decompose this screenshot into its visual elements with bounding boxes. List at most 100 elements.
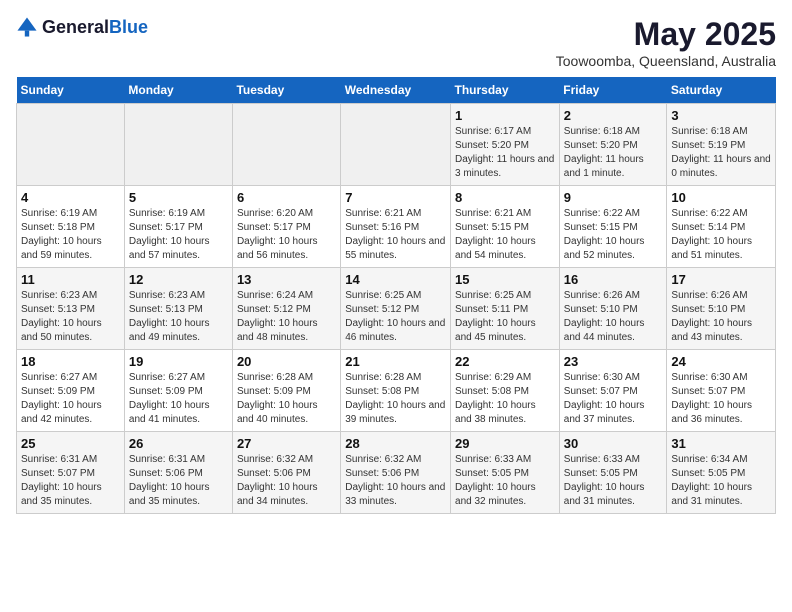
day-number: 11: [21, 272, 120, 287]
day-number: 23: [564, 354, 663, 369]
day-info: Sunrise: 6:31 AM Sunset: 5:07 PM Dayligh…: [21, 453, 120, 509]
week-row-5: 25Sunrise: 6:31 AM Sunset: 5:07 PM Dayli…: [17, 432, 776, 514]
day-info: Sunrise: 6:33 AM Sunset: 5:05 PM Dayligh…: [455, 453, 555, 509]
calendar-cell-1-1: [17, 104, 125, 186]
day-info: Sunrise: 6:23 AM Sunset: 5:13 PM Dayligh…: [129, 289, 228, 345]
day-number: 10: [671, 190, 771, 205]
day-info: Sunrise: 6:21 AM Sunset: 5:16 PM Dayligh…: [345, 207, 446, 263]
day-number: 19: [129, 354, 228, 369]
calendar-cell-3-6: 16 Sunrise: 6:26 AM Sunset: 5:10 PM Dayli…: [559, 268, 667, 350]
day-number: 30: [564, 436, 663, 451]
calendar-cell-4-3: 20 Sunrise: 6:28 AM Sunset: 5:09 PM Dayli…: [232, 350, 340, 432]
day-info: Sunrise: 6:32 AM Sunset: 5:06 PM Dayligh…: [237, 453, 336, 509]
calendar-cell-5-5: 29 Sunrise: 6:33 AM Sunset: 5:05 PM Dayli…: [451, 432, 560, 514]
calendar-cell-4-1: 18 Sunrise: 6:27 AM Sunset: 5:09 PM Dayli…: [17, 350, 125, 432]
calendar-cell-3-3: 13Sunrise: 6:24 AM Sunset: 5:12 PM Dayli…: [232, 268, 340, 350]
calendar-cell-4-4: 21 Sunrise: 6:28 AM Sunset: 5:08 PM Dayli…: [341, 350, 451, 432]
calendar-cell-2-4: 7Sunrise: 6:21 AM Sunset: 5:16 PM Daylig…: [341, 186, 451, 268]
day-number: 16: [564, 272, 663, 287]
logo-blue: Blue: [109, 17, 148, 37]
day-info: Sunrise: 6:19 AM Sunset: 5:17 PM Dayligh…: [129, 207, 228, 263]
calendar-cell-5-6: 30 Sunrise: 6:33 AM Sunset: 5:05 PM Dayli…: [559, 432, 667, 514]
calendar-cell-5-2: 26Sunrise: 6:31 AM Sunset: 5:06 PM Dayli…: [124, 432, 232, 514]
calendar-cell-1-2: [124, 104, 232, 186]
col-header-monday: Monday: [124, 77, 232, 104]
calendar-cell-1-5: 1Sunrise: 6:17 AM Sunset: 5:20 PM Daylig…: [451, 104, 560, 186]
col-header-thursday: Thursday: [451, 77, 560, 104]
calendar-cell-3-2: 12Sunrise: 6:23 AM Sunset: 5:13 PM Dayli…: [124, 268, 232, 350]
column-headers: SundayMondayTuesdayWednesdayThursdayFrid…: [17, 77, 776, 104]
day-number: 13: [237, 272, 336, 287]
day-info: Sunrise: 6:29 AM Sunset: 5:08 PM Dayligh…: [455, 371, 555, 427]
day-number: 17: [671, 272, 771, 287]
col-header-tuesday: Tuesday: [232, 77, 340, 104]
calendar-table: SundayMondayTuesdayWednesdayThursdayFrid…: [16, 77, 776, 514]
day-number: 20: [237, 354, 336, 369]
logo-general: General: [42, 17, 109, 37]
day-number: 1: [455, 108, 555, 123]
day-number: 8: [455, 190, 555, 205]
day-number: 21: [345, 354, 446, 369]
title-area: May 2025 Toowoomba, Queensland, Australi…: [556, 16, 776, 69]
day-number: 29: [455, 436, 555, 451]
day-info: Sunrise: 6:25 AM Sunset: 5:12 PM Dayligh…: [345, 289, 446, 345]
day-info: Sunrise: 6:20 AM Sunset: 5:17 PM Dayligh…: [237, 207, 336, 263]
day-number: 31: [671, 436, 771, 451]
week-row-3: 11 Sunrise: 6:23 AM Sunset: 5:13 PM Dayli…: [17, 268, 776, 350]
day-number: 24: [671, 354, 771, 369]
calendar-cell-2-6: 9 Sunrise: 6:22 AM Sunset: 5:15 PM Daylig…: [559, 186, 667, 268]
day-info: Sunrise: 6:28 AM Sunset: 5:09 PM Dayligh…: [237, 371, 336, 427]
day-number: 22: [455, 354, 555, 369]
calendar-cell-4-2: 19 Sunrise: 6:27 AM Sunset: 5:09 PM Dayli…: [124, 350, 232, 432]
col-header-sunday: Sunday: [17, 77, 125, 104]
day-number: 9: [564, 190, 663, 205]
day-info: Sunrise: 6:30 AM Sunset: 5:07 PM Dayligh…: [564, 371, 663, 427]
calendar-cell-2-1: 4Sunrise: 6:19 AM Sunset: 5:18 PM Daylig…: [17, 186, 125, 268]
calendar-cell-2-3: 6 Sunrise: 6:20 AM Sunset: 5:17 PM Daylig…: [232, 186, 340, 268]
col-header-friday: Friday: [559, 77, 667, 104]
day-number: 14: [345, 272, 446, 287]
day-info: Sunrise: 6:32 AM Sunset: 5:06 PM Dayligh…: [345, 453, 446, 509]
main-title: May 2025: [556, 16, 776, 53]
week-row-4: 18 Sunrise: 6:27 AM Sunset: 5:09 PM Dayli…: [17, 350, 776, 432]
day-info: Sunrise: 6:23 AM Sunset: 5:13 PM Dayligh…: [21, 289, 120, 345]
day-info: Sunrise: 6:27 AM Sunset: 5:09 PM Dayligh…: [129, 371, 228, 427]
day-number: 27: [237, 436, 336, 451]
calendar-cell-4-7: 24Sunrise: 6:30 AM Sunset: 5:07 PM Dayli…: [667, 350, 776, 432]
subtitle: Toowoomba, Queensland, Australia: [556, 53, 776, 69]
col-header-saturday: Saturday: [667, 77, 776, 104]
day-info: Sunrise: 6:18 AM Sunset: 5:20 PM Dayligh…: [564, 125, 663, 181]
day-info: Sunrise: 6:18 AM Sunset: 5:19 PM Dayligh…: [671, 125, 771, 181]
calendar-cell-1-6: 2 Sunrise: 6:18 AM Sunset: 5:20 PM Daylig…: [559, 104, 667, 186]
calendar-cell-1-7: 3Sunrise: 6:18 AM Sunset: 5:19 PM Daylig…: [667, 104, 776, 186]
calendar-cell-5-4: 28 Sunrise: 6:32 AM Sunset: 5:06 PM Dayli…: [341, 432, 451, 514]
calendar-cell-2-2: 5 Sunrise: 6:19 AM Sunset: 5:17 PM Daylig…: [124, 186, 232, 268]
day-info: Sunrise: 6:25 AM Sunset: 5:11 PM Dayligh…: [455, 289, 555, 345]
header: GeneralBlue May 2025 Toowoomba, Queensla…: [16, 16, 776, 69]
day-number: 15: [455, 272, 555, 287]
calendar-cell-5-3: 27 Sunrise: 6:32 AM Sunset: 5:06 PM Dayli…: [232, 432, 340, 514]
day-number: 18: [21, 354, 120, 369]
day-info: Sunrise: 6:21 AM Sunset: 5:15 PM Dayligh…: [455, 207, 555, 263]
calendar-cell-3-4: 14 Sunrise: 6:25 AM Sunset: 5:12 PM Dayli…: [341, 268, 451, 350]
logo-text: GeneralBlue: [42, 17, 148, 38]
calendar-cell-3-5: 15 Sunrise: 6:25 AM Sunset: 5:11 PM Dayli…: [451, 268, 560, 350]
day-number: 2: [564, 108, 663, 123]
logo-icon: [16, 16, 38, 38]
day-info: Sunrise: 6:22 AM Sunset: 5:15 PM Dayligh…: [564, 207, 663, 263]
day-info: Sunrise: 6:27 AM Sunset: 5:09 PM Dayligh…: [21, 371, 120, 427]
day-number: 28: [345, 436, 446, 451]
day-number: 5: [129, 190, 228, 205]
calendar-cell-2-5: 8 Sunrise: 6:21 AM Sunset: 5:15 PM Daylig…: [451, 186, 560, 268]
calendar-body: 1Sunrise: 6:17 AM Sunset: 5:20 PM Daylig…: [17, 104, 776, 514]
week-row-2: 4Sunrise: 6:19 AM Sunset: 5:18 PM Daylig…: [17, 186, 776, 268]
day-info: Sunrise: 6:31 AM Sunset: 5:06 PM Dayligh…: [129, 453, 228, 509]
col-header-wednesday: Wednesday: [341, 77, 451, 104]
week-row-1: 1Sunrise: 6:17 AM Sunset: 5:20 PM Daylig…: [17, 104, 776, 186]
day-info: Sunrise: 6:33 AM Sunset: 5:05 PM Dayligh…: [564, 453, 663, 509]
day-info: Sunrise: 6:26 AM Sunset: 5:10 PM Dayligh…: [671, 289, 771, 345]
day-number: 6: [237, 190, 336, 205]
calendar-cell-5-1: 25Sunrise: 6:31 AM Sunset: 5:07 PM Dayli…: [17, 432, 125, 514]
day-info: Sunrise: 6:28 AM Sunset: 5:08 PM Dayligh…: [345, 371, 446, 427]
day-info: Sunrise: 6:26 AM Sunset: 5:10 PM Dayligh…: [564, 289, 663, 345]
